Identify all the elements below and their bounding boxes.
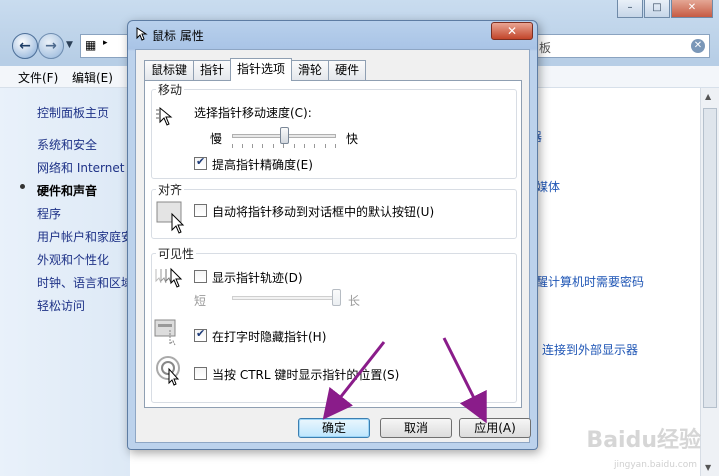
close-button[interactable]: ✕: [671, 0, 713, 18]
ctrl-locate-checkbox[interactable]: [194, 367, 207, 380]
speed-slider-thumb[interactable]: [279, 127, 289, 144]
precision-checkbox[interactable]: [194, 155, 207, 170]
mouse-pointer-icon: [136, 27, 148, 41]
snap-checkbox[interactable]: [194, 204, 207, 217]
link-external-display[interactable]: 连接到外部显示器: [542, 341, 638, 358]
sidebar-item-hardware-sound[interactable]: 硬件和声音: [37, 182, 97, 199]
window-caption-buttons: – □ ✕: [617, 0, 713, 18]
motion-group-title: 移动: [156, 81, 185, 98]
dialog-title: 鼠标 属性: [152, 29, 204, 43]
dialog-body: 鼠标键 指针 指针选项 滑轮 硬件 移动 选择指针移动速度(C): 慢 快 ✔ …: [135, 49, 531, 443]
scroll-down-icon[interactable]: ▼: [705, 463, 711, 472]
clear-search-icon[interactable]: ✕: [691, 39, 705, 53]
scroll-thumb[interactable]: [703, 108, 717, 408]
sidebar-item-network[interactable]: 网络和 Internet: [37, 159, 124, 176]
address-bar[interactable]: ▦ ▸: [80, 34, 130, 58]
tab-hardware[interactable]: 硬件: [328, 60, 367, 80]
search-text: 板: [539, 41, 552, 55]
recent-pages-chevron-icon[interactable]: ▼: [66, 40, 73, 50]
tab-pointers[interactable]: 指针: [193, 60, 232, 80]
back-button[interactable]: ←: [12, 33, 38, 59]
menu-edit[interactable]: 编辑(E): [72, 69, 113, 86]
sidebar-item-appearance[interactable]: 外观和个性化: [37, 251, 109, 268]
tab-strip: 鼠标键 指针 指针选项 滑轮 硬件: [144, 58, 367, 81]
tab-wheel[interactable]: 滑轮: [291, 60, 330, 80]
snap-to-group: 对齐 自动将指针移动到对话框中的默认按钮(U): [151, 181, 517, 239]
snap-group-title: 对齐: [156, 181, 185, 198]
minimize-button[interactable]: –: [617, 0, 643, 18]
ctrl-locate-label: 当按 CTRL 键时显示指针的位置(S): [212, 368, 400, 382]
maximize-button[interactable]: □: [644, 0, 670, 18]
search-input[interactable]: 板 ✕: [520, 34, 710, 58]
sidebar-item-programs[interactable]: 程序: [37, 205, 61, 222]
pointer-options-panel: 移动 选择指针移动速度(C): 慢 快 提高指针精确度(E) 对齐: [144, 80, 522, 408]
trail-slider-track[interactable]: [232, 296, 336, 300]
snap-to-icon: [156, 201, 185, 234]
pointer-speed-icon: [156, 106, 173, 126]
speed-slider-ticks: [232, 144, 336, 148]
trails-checkbox[interactable]: [194, 270, 207, 283]
tab-buttons[interactable]: 鼠标键: [144, 60, 195, 80]
sidebar-item-user-accounts[interactable]: 用户帐户和家庭安: [37, 228, 133, 245]
trail-long-label: 长: [348, 294, 361, 308]
visibility-group: 可见性 显示指针轨迹(D) 短 长 ✔ 在打字时隐藏指针(H) 当按 CTRL …: [151, 245, 517, 403]
trail-short-label: 短: [194, 294, 207, 308]
baidu-watermark: Baidu经验: [586, 428, 701, 453]
trail-slider-thumb[interactable]: [331, 289, 341, 306]
breadcrumb-chevron-icon[interactable]: ▸: [103, 38, 108, 48]
snap-label: 自动将指针移动到对话框中的默认按钮(U): [212, 205, 435, 219]
sidebar-item-system-security[interactable]: 系统和安全: [37, 136, 97, 153]
cancel-button[interactable]: 取消: [380, 418, 452, 438]
hide-while-typing-checkbox[interactable]: [194, 327, 207, 342]
visibility-group-title: 可见性: [156, 245, 197, 262]
tab-pointer-options[interactable]: 指针选项: [230, 58, 293, 81]
apply-button[interactable]: 应用(A): [459, 418, 531, 438]
active-bullet-icon: [20, 184, 25, 189]
link-wake-password[interactable]: 醒计算机时需要密码: [536, 273, 644, 290]
precision-label: 提高指针精确度(E): [212, 158, 313, 172]
sidebar-item-home[interactable]: 控制面板主页: [37, 104, 109, 121]
control-panel-icon: ▦: [85, 38, 97, 52]
sidebar-item-clock-language[interactable]: 时钟、语言和区域: [37, 274, 133, 291]
ctrl-locate-icon: [156, 356, 180, 386]
speed-slow-label: 慢: [210, 132, 223, 146]
dialog-close-button[interactable]: ✕: [491, 22, 533, 40]
hide-while-typing-label: 在打字时隐藏指针(H): [212, 330, 327, 344]
baidu-watermark-url: jingyan.baidu.com: [613, 460, 697, 470]
motion-group: 移动 选择指针移动速度(C): 慢 快 提高指针精确度(E): [151, 81, 517, 179]
trails-label: 显示指针轨迹(D): [212, 271, 303, 285]
link-media[interactable]: 媒体: [536, 178, 560, 195]
speed-fast-label: 快: [346, 132, 359, 146]
hide-while-typing-icon: [154, 319, 176, 346]
forward-button[interactable]: →: [38, 33, 64, 59]
pointer-trails-icon: [155, 267, 183, 288]
scroll-up-icon[interactable]: ▲: [705, 92, 711, 101]
vertical-scrollbar[interactable]: ▲ ▼: [700, 88, 719, 476]
sidebar-item-ease-of-access[interactable]: 轻松访问: [37, 297, 85, 314]
speed-label: 选择指针移动速度(C):: [194, 106, 312, 120]
ok-button[interactable]: 确定: [298, 418, 370, 438]
mouse-properties-dialog: 鼠标 属性 ✕ 鼠标键 指针 指针选项 滑轮 硬件 移动 选择指针移动速度(C)…: [127, 20, 538, 450]
sidebar: 控制面板主页 系统和安全 网络和 Internet 硬件和声音 程序 用户帐户和…: [0, 88, 133, 476]
menu-file[interactable]: 文件(F): [18, 69, 58, 86]
